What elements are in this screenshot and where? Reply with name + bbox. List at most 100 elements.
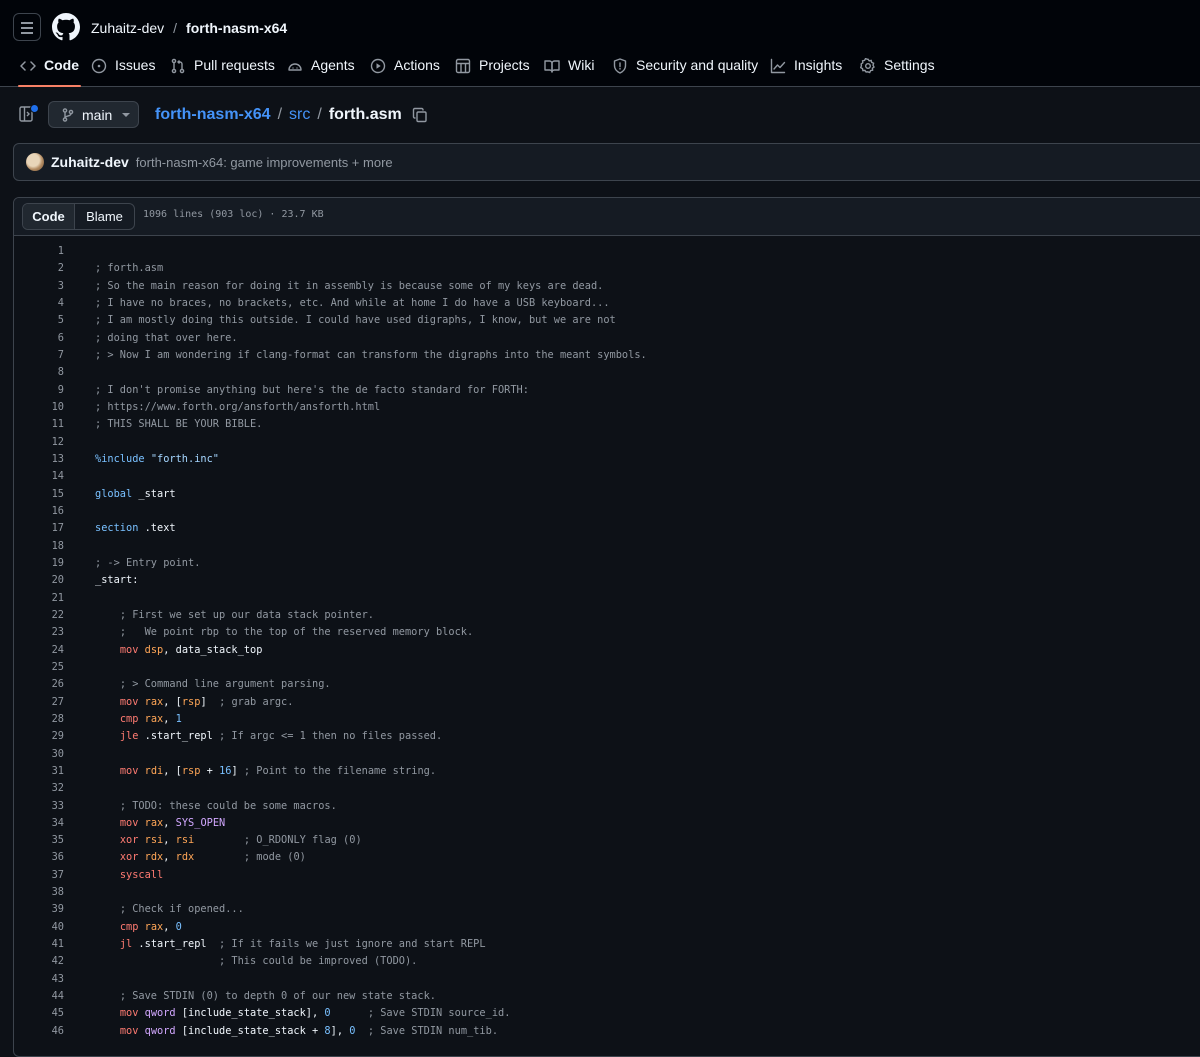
- tab-code[interactable]: Code: [18, 50, 81, 87]
- code-line: 41 jl .start_repl ; If it fails we just …: [14, 936, 1200, 953]
- tab-security-label: Security and quality: [636, 57, 759, 73]
- line-number[interactable]: 9: [14, 382, 64, 399]
- line-number[interactable]: 7: [14, 347, 64, 364]
- code-line: 28 cmp rax, 1: [14, 711, 1200, 728]
- line-number[interactable]: 24: [14, 642, 64, 659]
- code-line: 18: [14, 538, 1200, 555]
- code-line: 9 ; I don't promise anything but here's t…: [14, 382, 1200, 399]
- line-number[interactable]: 28: [14, 711, 64, 728]
- line-number[interactable]: 30: [14, 746, 64, 763]
- tab-insights[interactable]: Insights: [770, 50, 842, 86]
- line-number[interactable]: 34: [14, 815, 64, 832]
- commit-author[interactable]: Zuhaitz-dev: [51, 154, 129, 170]
- line-number[interactable]: 20: [14, 572, 64, 589]
- line-number[interactable]: 12: [14, 434, 64, 451]
- tab-projects[interactable]: Projects: [455, 50, 530, 86]
- git-branch-icon: [62, 107, 74, 122]
- code-line: 16: [14, 503, 1200, 520]
- code-line: 44 ; Save STDIN (0) to depth 0 of our ne…: [14, 988, 1200, 1005]
- line-number[interactable]: 44: [14, 988, 64, 1005]
- shield-icon: [613, 58, 627, 74]
- breadcrumb-dir-link[interactable]: src: [289, 105, 310, 125]
- line-number[interactable]: 31: [14, 763, 64, 780]
- line-number[interactable]: 23: [14, 624, 64, 641]
- line-number[interactable]: 45: [14, 1005, 64, 1022]
- line-number[interactable]: 4: [14, 295, 64, 312]
- tab-pull-requests[interactable]: Pull requests: [170, 50, 275, 86]
- line-number[interactable]: 37: [14, 867, 64, 884]
- line-number[interactable]: 8: [14, 364, 64, 381]
- line-number[interactable]: 36: [14, 849, 64, 866]
- tab-settings[interactable]: Settings: [860, 50, 935, 86]
- line-number[interactable]: 25: [14, 659, 64, 676]
- line-number[interactable]: 21: [14, 590, 64, 607]
- line-number[interactable]: 33: [14, 798, 64, 815]
- line-number[interactable]: 6: [14, 330, 64, 347]
- line-number[interactable]: 38: [14, 884, 64, 901]
- line-number[interactable]: 18: [14, 538, 64, 555]
- code-line-text: ; > Now I am wondering if clang-format c…: [95, 348, 647, 361]
- blame-view-button[interactable]: Blame: [75, 204, 134, 229]
- tab-agents-label: Agents: [311, 57, 355, 73]
- line-number[interactable]: 43: [14, 971, 64, 988]
- chevron-down-icon: [122, 112, 131, 117]
- github-logo-icon[interactable]: [52, 13, 80, 41]
- code-viewer: Code Blame 1096 lines (903 loc) · 23.7 K…: [13, 197, 1200, 1057]
- code-line: 6 ; doing that over here.: [14, 330, 1200, 347]
- gear-icon: [860, 58, 875, 74]
- agents-icon: [288, 63, 302, 71]
- line-number[interactable]: 26: [14, 676, 64, 693]
- line-number[interactable]: 22: [14, 607, 64, 624]
- graph-icon: [770, 58, 786, 74]
- code-line: 4 ; I have no braces, no brackets, etc. A…: [14, 295, 1200, 312]
- copy-path-icon[interactable]: [412, 107, 428, 123]
- code-line: 3 ; So the main reason for doing it in as…: [14, 278, 1200, 295]
- line-number[interactable]: 17: [14, 520, 64, 537]
- tab-code-label: Code: [44, 57, 79, 73]
- tab-actions[interactable]: Actions: [370, 50, 440, 86]
- line-number[interactable]: 15: [14, 486, 64, 503]
- avatar[interactable]: [26, 153, 44, 171]
- commit-message[interactable]: forth-nasm-x64: game improvements + more: [136, 155, 393, 170]
- code-line-text: mov rdi, [rsp + 16] ; Point to the filen…: [119, 764, 437, 777]
- repo-link[interactable]: forth-nasm-x64: [186, 20, 287, 36]
- line-number[interactable]: 1: [14, 243, 64, 260]
- tab-wiki[interactable]: Wiki: [544, 50, 594, 86]
- code-line: 37 syscall: [14, 867, 1200, 884]
- line-number[interactable]: 27: [14, 694, 64, 711]
- line-number[interactable]: 3: [14, 278, 64, 295]
- tab-agents[interactable]: Agents: [287, 50, 355, 86]
- line-number[interactable]: 35: [14, 832, 64, 849]
- code-line-text: %include "forth.inc": [95, 452, 220, 465]
- code-line: 31 mov rdi, [rsp + 16] ; Point to the fi…: [14, 763, 1200, 780]
- menu-button[interactable]: [13, 13, 41, 41]
- line-number[interactable]: 5: [14, 312, 64, 329]
- owner-link[interactable]: Zuhaitz-dev: [91, 20, 164, 36]
- line-number[interactable]: 10: [14, 399, 64, 416]
- global-header: Zuhaitz-dev / forth-nasm-x64 Code Issues P…: [0, 0, 1200, 87]
- line-number[interactable]: 11: [14, 416, 64, 433]
- breadcrumb-repo-link[interactable]: forth-nasm-x64: [155, 105, 271, 125]
- line-number[interactable]: 46: [14, 1023, 64, 1040]
- branch-selector[interactable]: main: [48, 101, 139, 128]
- code-view-button[interactable]: Code: [23, 204, 75, 229]
- code-line: 40 cmp rax, 0: [14, 919, 1200, 936]
- line-number[interactable]: 2: [14, 260, 64, 277]
- line-number[interactable]: 14: [14, 468, 64, 485]
- tab-security[interactable]: Security and quality: [612, 50, 758, 86]
- line-number[interactable]: 19: [14, 555, 64, 572]
- line-number[interactable]: 42: [14, 953, 64, 970]
- line-number[interactable]: 13: [14, 451, 64, 468]
- code-line-text: xor rsi, rsi ; O_RDONLY flag (0): [119, 834, 362, 847]
- line-number[interactable]: 16: [14, 503, 64, 520]
- code-line: 22 ; First we set up our data stack poin…: [14, 607, 1200, 624]
- line-number[interactable]: 41: [14, 936, 64, 953]
- line-number[interactable]: 29: [14, 728, 64, 745]
- line-number[interactable]: 32: [14, 780, 64, 797]
- line-number[interactable]: 39: [14, 901, 64, 918]
- tab-issues[interactable]: Issues: [91, 50, 155, 86]
- code-line-text: mov qword [include_state_stack + 8], 0 ;…: [119, 1024, 499, 1037]
- line-number[interactable]: 40: [14, 919, 64, 936]
- code-line: 8: [14, 364, 1200, 381]
- breadcrumb: forth-nasm-x64 / src / forth.asm: [155, 105, 428, 125]
